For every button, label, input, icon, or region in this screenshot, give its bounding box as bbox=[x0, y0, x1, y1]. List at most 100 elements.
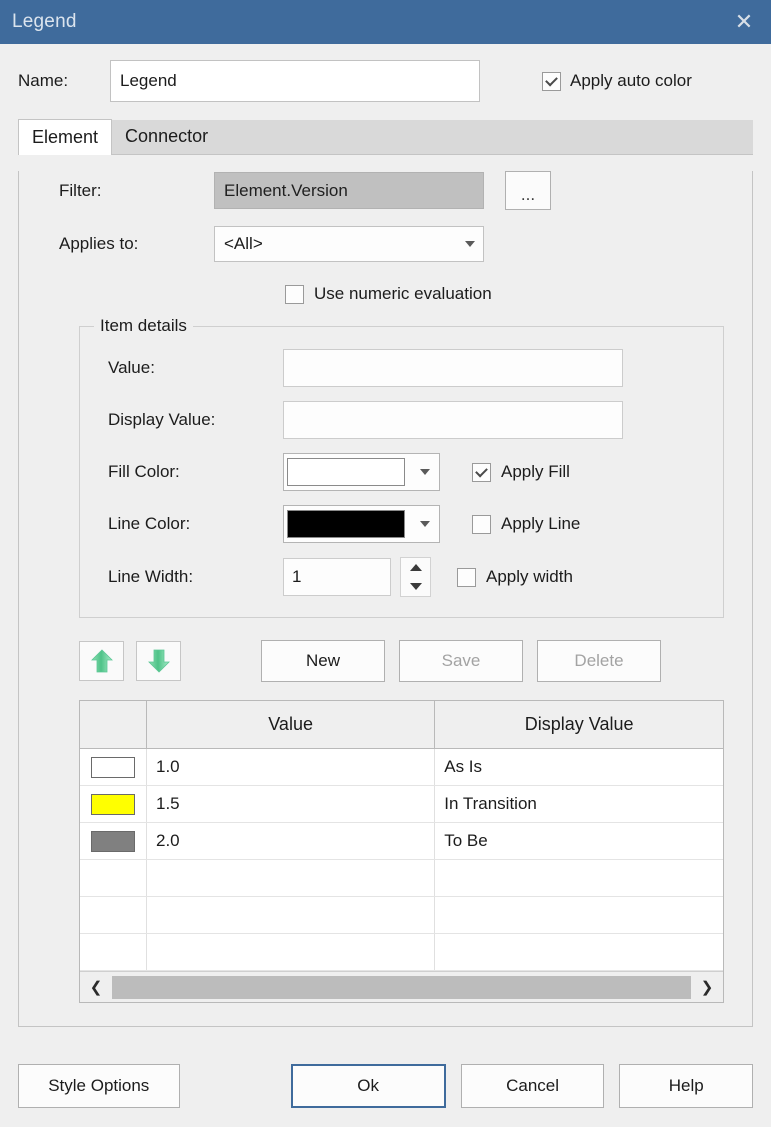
row-value-cell[interactable]: 1.0 bbox=[146, 748, 436, 786]
arrow-up-icon bbox=[90, 649, 113, 673]
table-row-empty[interactable] bbox=[80, 896, 723, 934]
apply-line-checkbox[interactable] bbox=[472, 514, 491, 534]
table-row[interactable]: 1.0 As Is bbox=[80, 748, 723, 786]
line-color-select[interactable] bbox=[283, 505, 440, 543]
delete-button[interactable]: Delete bbox=[537, 640, 661, 682]
row-color-cell[interactable] bbox=[80, 933, 147, 971]
filter-browse-label: ... bbox=[520, 185, 536, 204]
tab-element[interactable]: Element bbox=[18, 119, 113, 155]
row-display-value-cell[interactable] bbox=[434, 896, 723, 934]
apply-fill-row[interactable]: Apply Fill bbox=[472, 462, 570, 482]
row-color-swatch bbox=[91, 793, 135, 815]
stepper-down-icon[interactable] bbox=[409, 583, 422, 590]
applies-to-select[interactable]: <All> bbox=[214, 226, 484, 262]
name-input[interactable] bbox=[110, 60, 480, 102]
ok-button[interactable]: Ok bbox=[290, 1064, 446, 1108]
apply-fill-label: Apply Fill bbox=[501, 462, 570, 481]
stepper-up-icon[interactable] bbox=[409, 564, 422, 571]
table-horizontal-scrollbar[interactable]: ❮ ❯ bbox=[80, 971, 723, 1002]
chevron-right-icon[interactable]: ❯ bbox=[691, 972, 723, 1003]
row-color-swatch bbox=[91, 756, 135, 778]
chevron-down-icon bbox=[420, 469, 430, 475]
row-color-cell[interactable] bbox=[80, 785, 147, 823]
help-button-label: Help bbox=[668, 1076, 704, 1095]
row-display-value-cell[interactable]: To Be bbox=[434, 822, 723, 860]
table-row[interactable]: 2.0 To Be bbox=[80, 822, 723, 860]
style-options-button[interactable]: Style Options bbox=[18, 1064, 180, 1108]
row-display-value-cell[interactable] bbox=[434, 859, 723, 897]
apply-width-row[interactable]: Apply width bbox=[457, 567, 573, 587]
apply-width-checkbox[interactable] bbox=[457, 567, 476, 587]
filter-browse-button[interactable]: ... bbox=[505, 171, 551, 210]
tab-connector-label: Connector bbox=[125, 126, 209, 146]
filter-value: Element.Version bbox=[224, 180, 348, 200]
line-width-row: Line Width: Apply width bbox=[80, 557, 723, 597]
row-color-cell[interactable] bbox=[80, 859, 147, 897]
filter-label: Filter: bbox=[59, 180, 102, 200]
line-width-stepper[interactable] bbox=[400, 557, 431, 597]
apply-width-label: Apply width bbox=[486, 567, 573, 586]
delete-button-label: Delete bbox=[574, 651, 624, 670]
tab-connector[interactable]: Connector bbox=[112, 119, 221, 154]
table-row[interactable]: 1.5 In Transition bbox=[80, 785, 723, 823]
chevron-down-icon bbox=[420, 521, 430, 527]
legend-items-table: Value Display Value 1.0 As Is 1.5 In Transi… bbox=[79, 700, 724, 1003]
applies-to-row: Applies to: <All> bbox=[19, 226, 752, 262]
tabstrip: Element Connector bbox=[18, 119, 753, 155]
row-display-value-cell[interactable] bbox=[434, 933, 723, 971]
row-value-cell[interactable] bbox=[146, 933, 436, 971]
chevron-left-icon[interactable]: ❮ bbox=[80, 972, 112, 1003]
item-value-row: Value: bbox=[80, 349, 723, 387]
row-color-swatch bbox=[91, 830, 135, 852]
column-header-display-value[interactable]: Display Value bbox=[434, 701, 723, 749]
row-value-cell[interactable] bbox=[146, 859, 436, 897]
use-numeric-evaluation-checkbox[interactable] bbox=[285, 284, 304, 304]
row-value-cell[interactable]: 1.5 bbox=[146, 785, 436, 823]
new-button-label: New bbox=[305, 651, 340, 670]
move-up-button[interactable] bbox=[79, 641, 124, 681]
row-display-value-cell[interactable]: As Is bbox=[434, 748, 723, 786]
table-row-empty[interactable] bbox=[80, 859, 723, 897]
new-button[interactable]: New bbox=[261, 640, 385, 682]
use-numeric-evaluation-row[interactable]: Use numeric evaluation bbox=[19, 284, 752, 304]
row-color-cell[interactable] bbox=[80, 822, 147, 860]
apply-fill-checkbox[interactable] bbox=[472, 462, 491, 482]
apply-auto-color-checkbox[interactable] bbox=[542, 71, 561, 91]
save-button[interactable]: Save bbox=[399, 640, 523, 682]
line-width-input[interactable] bbox=[283, 558, 391, 596]
help-button[interactable]: Help bbox=[619, 1064, 753, 1108]
scrollbar-thumb[interactable] bbox=[112, 975, 691, 999]
tab-element-label: Element bbox=[32, 127, 99, 147]
table-header-row: Value Display Value bbox=[80, 701, 723, 749]
row-value-cell[interactable] bbox=[146, 896, 436, 934]
row-value-cell[interactable]: 2.0 bbox=[146, 822, 436, 860]
save-button-label: Save bbox=[441, 651, 481, 670]
apply-auto-color-row[interactable]: Apply auto color bbox=[542, 71, 692, 91]
cancel-button[interactable]: Cancel bbox=[460, 1064, 605, 1108]
item-details-title: Item details bbox=[94, 316, 193, 336]
table-row-empty[interactable] bbox=[80, 933, 723, 971]
row-display-value-cell[interactable]: In Transition bbox=[434, 785, 723, 823]
column-header-color[interactable] bbox=[80, 701, 147, 749]
dialog-titlebar: Legend ✕ bbox=[0, 0, 771, 44]
filter-row: Filter: Element.Version ... bbox=[19, 171, 752, 210]
close-icon[interactable]: ✕ bbox=[717, 0, 771, 44]
row-color-cell[interactable] bbox=[80, 896, 147, 934]
item-details-group: Item details Value: Display Value: Fill … bbox=[79, 316, 724, 618]
line-color-label: Line Color: bbox=[108, 514, 191, 533]
move-down-button[interactable] bbox=[136, 641, 181, 681]
fill-color-label: Fill Color: bbox=[108, 462, 180, 481]
applies-to-label: Applies to: bbox=[59, 234, 139, 253]
column-header-value[interactable]: Value bbox=[146, 701, 436, 749]
apply-line-label: Apply Line bbox=[501, 514, 581, 533]
line-color-row: Line Color: Apply Line bbox=[80, 505, 723, 543]
chevron-down-icon bbox=[465, 241, 475, 247]
item-display-value-input[interactable] bbox=[283, 401, 623, 439]
name-row: Name: Apply auto color bbox=[0, 44, 771, 116]
row-color-cell[interactable] bbox=[80, 748, 147, 786]
item-value-input[interactable] bbox=[283, 349, 623, 387]
filter-field[interactable]: Element.Version bbox=[214, 172, 484, 209]
fill-color-select[interactable] bbox=[283, 453, 440, 491]
item-display-value-row: Display Value: bbox=[80, 401, 723, 439]
apply-line-row[interactable]: Apply Line bbox=[472, 514, 580, 534]
